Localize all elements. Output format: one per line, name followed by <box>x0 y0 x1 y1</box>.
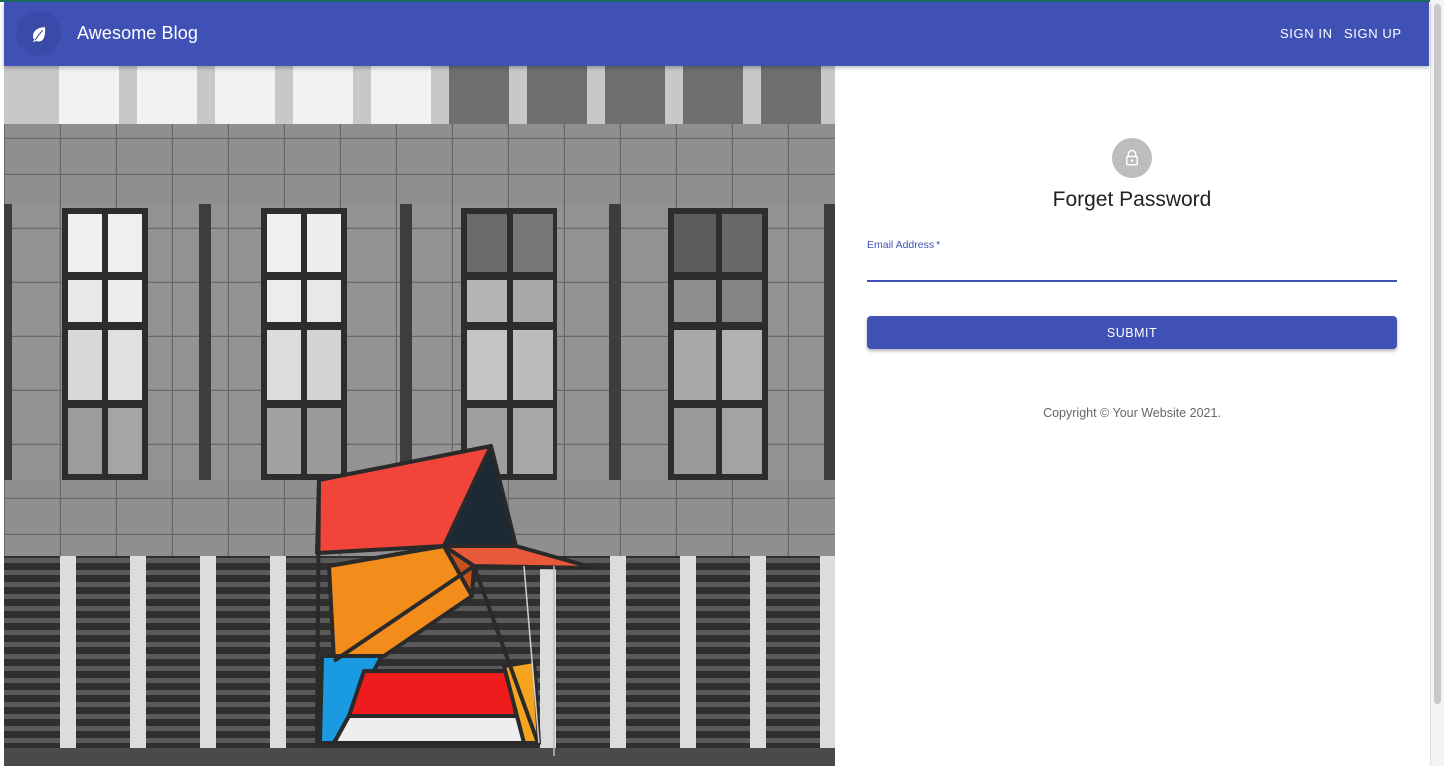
leaf-icon <box>32 26 45 42</box>
scrollbar-thumb[interactable] <box>1434 4 1441 704</box>
lock-icon <box>1126 149 1138 166</box>
email-label-text: Email Address <box>867 239 935 251</box>
email-field-label: Email Address * <box>867 239 940 251</box>
browser-frame: Awesome Blog Sign In Sign Up <box>0 0 1444 766</box>
forgot-password-panel: Forget Password Email Address * SUBMIT Co… <box>835 66 1429 766</box>
sign-in-button[interactable]: Sign In <box>1280 26 1333 41</box>
building-facade-sculpture-image <box>4 66 835 766</box>
required-marker: * <box>936 239 941 251</box>
scrollbar-track[interactable] <box>1430 0 1444 766</box>
lock-avatar <box>1112 138 1152 178</box>
email-field[interactable] <box>867 252 1397 282</box>
hero-image <box>4 66 835 766</box>
page-title: Forget Password <box>1052 188 1212 211</box>
brand-title[interactable]: Awesome Blog <box>77 23 198 44</box>
app-bar: Awesome Blog Sign In Sign Up <box>4 2 1429 66</box>
logo-button[interactable] <box>16 11 61 56</box>
copyright-text: Copyright © Your Website 2021. <box>1043 406 1221 420</box>
sign-up-button[interactable]: Sign Up <box>1344 26 1402 41</box>
submit-button[interactable]: SUBMIT <box>867 316 1397 349</box>
